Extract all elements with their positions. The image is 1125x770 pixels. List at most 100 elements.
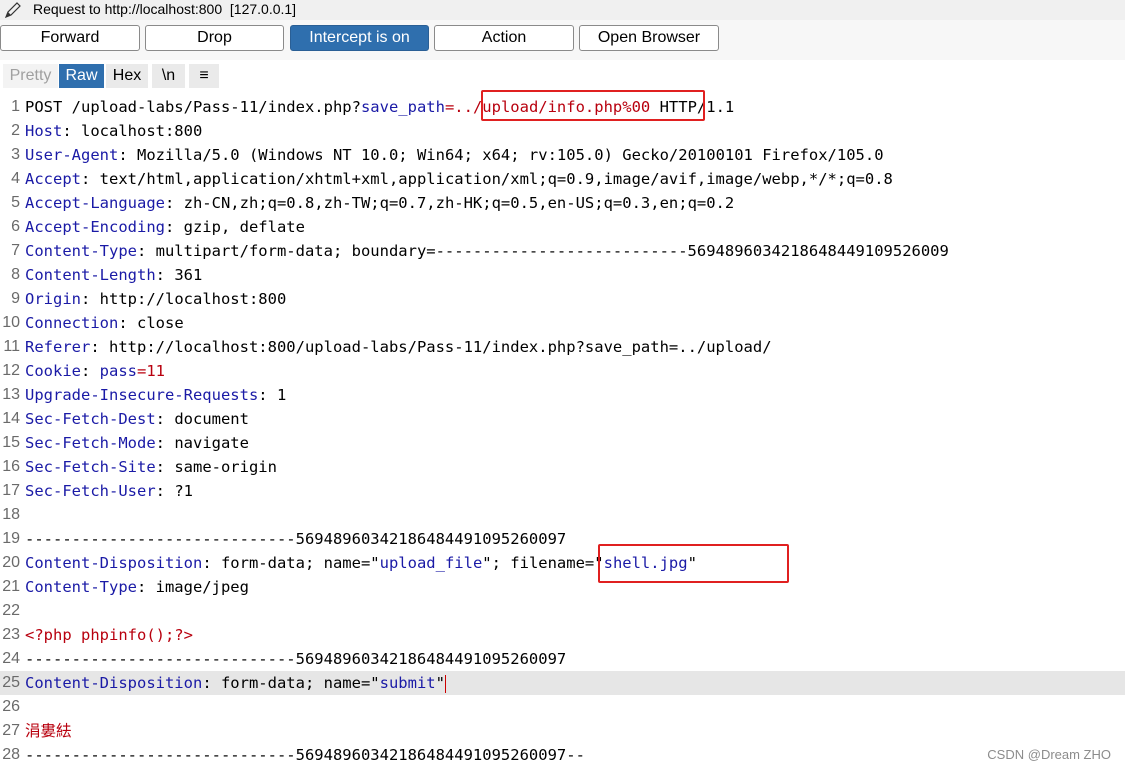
drop-button[interactable]: Drop [145,25,284,51]
request-line[interactable]: 28 -----------------------------569489603… [0,743,1125,767]
line-number: 7 [11,242,20,259]
tab-pretty[interactable]: Pretty [3,64,58,88]
request-line[interactable]: 12 Cookie: pass=11 [0,359,1125,383]
line-number: 12 [2,362,20,379]
line-token: Cookie [25,362,81,380]
line-token: "; filename=" [482,554,604,572]
intercept-toolbar: Forward Drop Intercept is on Action Open… [0,20,1125,60]
line-text: Host: localhost:800 [25,119,202,143]
request-line[interactable]: 25 Content-Disposition: form-data; name="… [0,671,1125,695]
line-token: Sec-Fetch-User [25,482,156,500]
line-number: 3 [11,146,20,163]
line-token: : 361 [155,266,203,284]
request-line[interactable]: 4 Accept: text/html,application/xhtml+xml… [0,167,1125,191]
request-line[interactable]: 26 [0,695,1125,719]
line-token: Accept-Encoding [25,218,165,236]
line-token: : localhost:800 [62,122,203,140]
request-line[interactable]: 11 Referer: http://localhost:800/upload-l… [0,335,1125,359]
request-line[interactable]: 24 -----------------------------569489603… [0,647,1125,671]
line-token: Referer [25,338,91,356]
line-token: : image/jpeg [136,578,249,596]
action-button[interactable]: Action [434,25,574,51]
line-token: : 1 [258,386,287,404]
line-text: Content-Length: 361 [25,263,202,287]
forward-button[interactable]: Forward [0,25,140,51]
request-line[interactable]: 21 Content-Type: image/jpeg [0,575,1125,599]
request-line[interactable]: 20 Content-Disposition: form-data; name="… [0,551,1125,575]
line-number: 24 [2,650,20,667]
line-text: Content-Disposition: form-data; name="up… [25,551,697,575]
line-token: : text/html,application/xhtml+xml,applic… [81,170,893,188]
line-number: 10 [2,314,20,331]
request-line[interactable]: 23 <?php phpinfo();?> [0,623,1125,647]
line-token: upload_file [379,554,483,572]
tab-raw[interactable]: Raw [59,64,104,88]
line-token: Connection [25,314,119,332]
request-line[interactable]: 7 Content-Type: multipart/form-data; boun… [0,239,1125,263]
line-token: -----------------------------56948960342… [25,746,585,764]
line-number: 16 [2,458,20,475]
window-title: Request to http://localhost:800 [127.0.0… [33,1,297,17]
line-number: 15 [2,434,20,451]
line-token: " [435,674,445,692]
request-line[interactable]: 13 Upgrade-Insecure-Requests: 1 [0,383,1125,407]
request-line[interactable]: 10 Connection: close [0,311,1125,335]
request-line[interactable]: 16 Sec-Fetch-Site: same-origin [0,455,1125,479]
request-line[interactable]: 19 -----------------------------569489603… [0,527,1125,551]
request-line[interactable]: 27 涓婁紶 [0,719,1125,743]
line-number: 27 [2,722,20,739]
line-token: Upgrade-Insecure-Requests [25,386,259,404]
line-token: : document [155,410,249,428]
line-number: 5 [11,194,20,211]
line-number: 6 [11,218,20,235]
open-browser-button[interactable]: Open Browser [579,25,719,51]
window-titlebar: Request to http://localhost:800 [127.0.0… [0,0,1125,21]
line-token: -----------------------------56948960342… [25,650,567,668]
line-text: Sec-Fetch-Dest: document [25,407,249,431]
line-token: Content-Disposition [25,554,203,572]
line-text: Referer: http://localhost:800/upload-lab… [25,335,772,359]
request-line[interactable]: 22 [0,599,1125,623]
request-line[interactable]: 3 User-Agent: Mozilla/5.0 (Windows NT 10.… [0,143,1125,167]
line-token: : form-data; name=" [202,554,380,572]
line-number: 8 [11,266,20,283]
request-line[interactable]: 8 Content-Length: 361 [0,263,1125,287]
request-line[interactable]: 6 Accept-Encoding: gzip, deflate [0,215,1125,239]
line-token: : close [118,314,184,332]
line-number: 22 [2,602,20,619]
line-text: 涓婁紶 [25,719,72,743]
line-number: 26 [2,698,20,715]
line-text: Content-Disposition: form-data; name="su… [25,671,446,695]
line-token: Content-Disposition [25,674,203,692]
line-token: : multipart/form-data; boundary=--------… [136,242,949,260]
line-token: Content-Type [25,242,137,260]
request-line[interactable]: 17 Sec-Fetch-User: ?1 [0,479,1125,503]
text-caret [444,674,446,693]
line-number: 19 [2,530,20,547]
request-line[interactable]: 14 Sec-Fetch-Dest: document [0,407,1125,431]
menu-icon[interactable]: ≡ [189,64,219,88]
line-text: Cookie: pass=11 [25,359,165,383]
tab-hex[interactable]: Hex [106,64,148,88]
request-line[interactable]: 2 Host: localhost:800 [0,119,1125,143]
line-number: 17 [2,482,20,499]
line-text: Connection: close [25,311,184,335]
line-token: : navigate [155,434,249,452]
line-token: =11 [137,362,165,380]
tab-newline-toggle[interactable]: \n [152,64,185,88]
line-text: -----------------------------56948960342… [25,743,585,767]
intercept-toggle-button[interactable]: Intercept is on [290,25,429,51]
line-token: Origin [25,290,81,308]
request-line[interactable]: 5 Accept-Language: zh-CN,zh;q=0.8,zh-TW;q… [0,191,1125,215]
request-line[interactable]: 18 [0,503,1125,527]
line-number: 1 [11,98,20,115]
line-token: Content-Length [25,266,156,284]
raw-request-editor[interactable]: 1 POST /upload-labs/Pass-11/index.php?sav… [0,90,1125,770]
line-token: : ?1 [155,482,193,500]
line-text: <?php phpinfo();?> [25,623,193,647]
line-number: 13 [2,386,20,403]
request-line[interactable]: 15 Sec-Fetch-Mode: navigate [0,431,1125,455]
request-line[interactable]: 9 Origin: http://localhost:800 [0,287,1125,311]
line-text: User-Agent: Mozilla/5.0 (Windows NT 10.0… [25,143,884,167]
line-token: Sec-Fetch-Mode [25,434,156,452]
